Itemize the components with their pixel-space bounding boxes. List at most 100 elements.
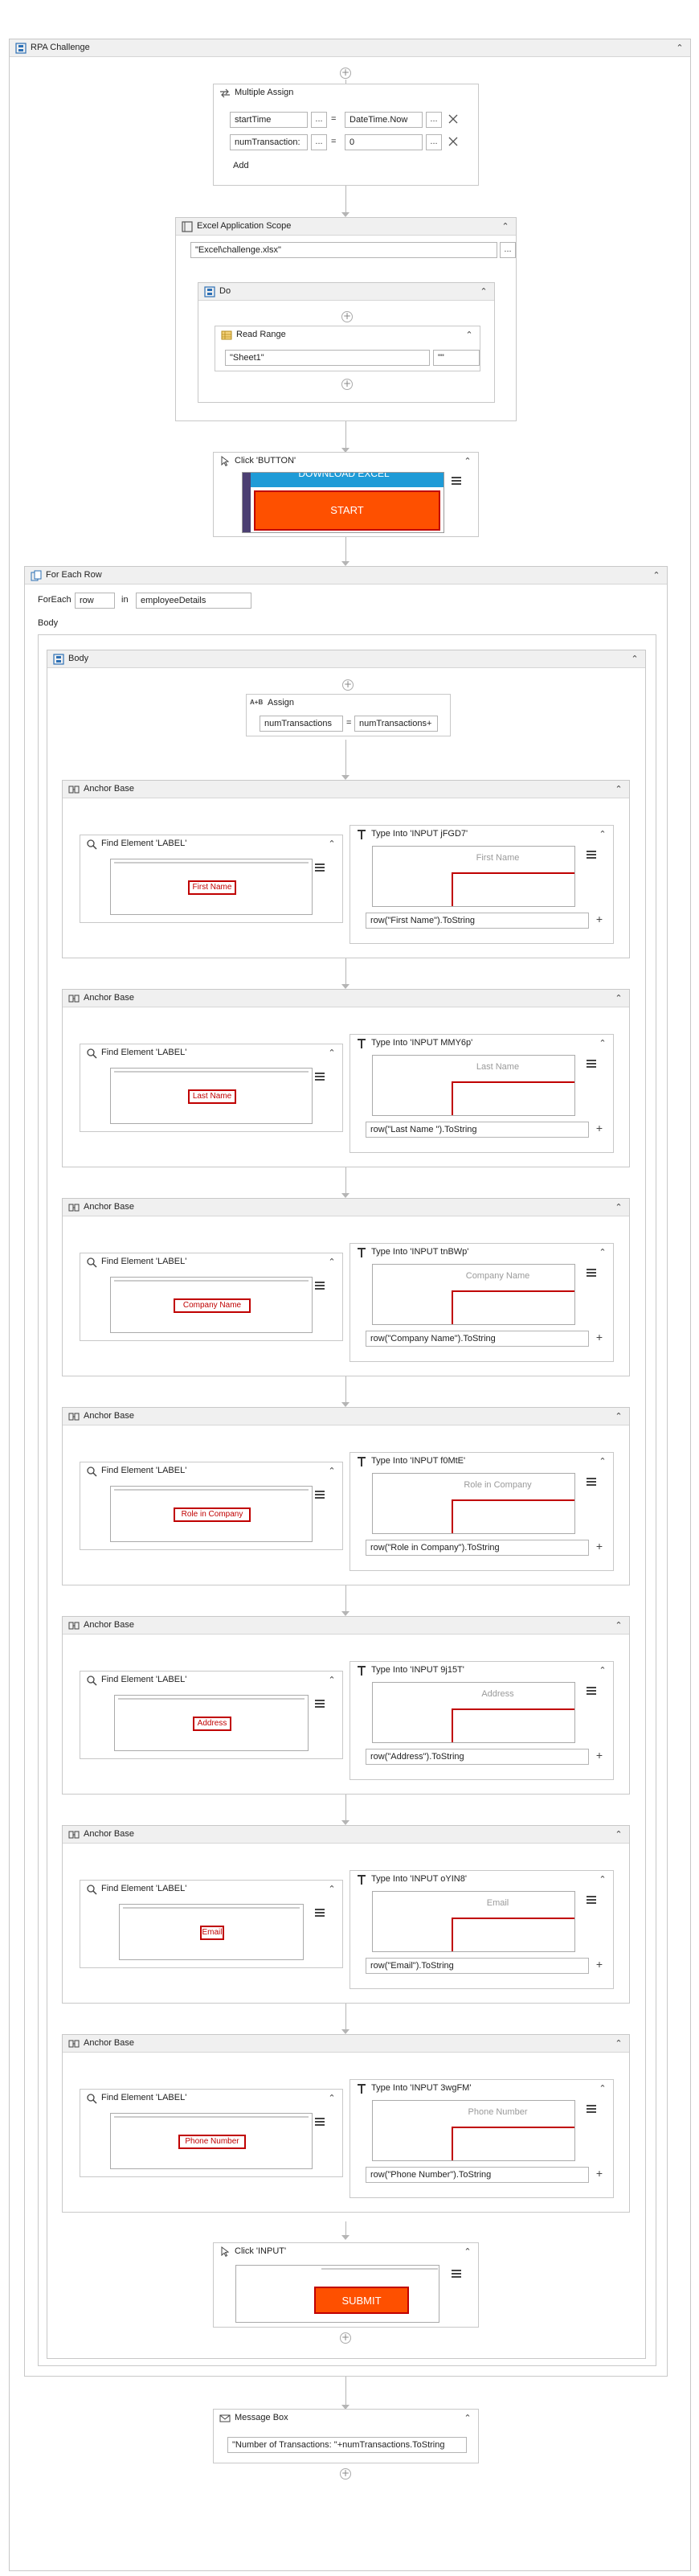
remove-row-close-icon-2[interactable] bbox=[445, 134, 461, 150]
type-text-expression-field[interactable]: row("First Name").ToString bbox=[366, 913, 589, 929]
type-text-expression-field[interactable]: row("Phone Number").ToString bbox=[366, 2167, 589, 2183]
activity-header[interactable]: Anchor Base ⌃ bbox=[63, 1199, 629, 1216]
collapse-icon[interactable]: ⌃ bbox=[500, 221, 511, 232]
click-input-header[interactable]: Click 'INPUT' ⌃ bbox=[214, 2243, 478, 2261]
collapse-icon[interactable]: ⌃ bbox=[629, 654, 640, 665]
anchor-base-activity[interactable]: Anchor Base ⌃ Find Element 'LABEL' ⌃ Last Na… bbox=[62, 989, 630, 1167]
sheet-name-field[interactable]: "Sheet1" bbox=[225, 350, 430, 366]
anchor-base-activity[interactable]: Anchor Base ⌃ Find Element 'LABEL' ⌃ First N… bbox=[62, 780, 630, 958]
assign-value-field-1[interactable]: DateTime.Now bbox=[345, 112, 423, 128]
assign-target-dots-button-1[interactable]: ... bbox=[311, 112, 327, 128]
collapse-icon[interactable]: ⌃ bbox=[326, 1884, 337, 1895]
activity-header[interactable]: Find Element 'LABEL' ⌃ bbox=[80, 1462, 342, 1480]
assign-target-field-1[interactable]: startTime bbox=[230, 112, 308, 128]
assign-value-dots-button-1[interactable]: ... bbox=[426, 112, 442, 128]
collapse-icon[interactable]: ⌃ bbox=[613, 784, 624, 795]
type-into-activity[interactable]: Type Into 'INPUT oYIN8' ⌃ Email row("Email"… bbox=[350, 1870, 614, 1989]
remove-row-close-icon-1[interactable] bbox=[445, 112, 461, 128]
type-text-expression-field[interactable]: row("Address").ToString bbox=[366, 1749, 589, 1765]
hamburger-menu-icon[interactable] bbox=[587, 2105, 596, 2114]
add-row-link[interactable]: Add bbox=[233, 161, 249, 170]
foreach-collection-field[interactable]: employeeDetails bbox=[136, 593, 251, 609]
collapse-icon[interactable]: ⌃ bbox=[613, 2038, 624, 2049]
assign-value-field[interactable]: numTransactions+ bbox=[354, 716, 438, 732]
hamburger-menu-icon[interactable] bbox=[587, 1269, 596, 1278]
add-plus-icon[interactable]: + bbox=[591, 1122, 607, 1138]
excel-scope-header[interactable]: Excel Application Scope ⌃ bbox=[176, 218, 516, 236]
find-element-activity[interactable]: Find Element 'LABEL' ⌃ Company Name bbox=[80, 1253, 343, 1341]
assign-target-field-2[interactable]: numTransaction: bbox=[230, 134, 308, 150]
assign-target-dots-button-2[interactable]: ... bbox=[311, 134, 327, 150]
assign-target-field[interactable]: numTransactions bbox=[260, 716, 343, 732]
add-activity-plus-icon[interactable]: + bbox=[340, 2468, 351, 2480]
type-into-activity[interactable]: Type Into 'INPUT 9j15T' ⌃ Address row("Addr… bbox=[350, 1661, 614, 1780]
activity-header[interactable]: Find Element 'LABEL' ⌃ bbox=[80, 835, 342, 853]
type-into-activity[interactable]: Type Into 'INPUT jFGD7' ⌃ First Name row("F… bbox=[350, 825, 614, 944]
assign-header[interactable]: A+B Assign bbox=[247, 695, 450, 712]
workbook-path-dots-button[interactable]: ... bbox=[500, 242, 516, 258]
find-element-activity[interactable]: Find Element 'LABEL' ⌃ Address bbox=[80, 1671, 343, 1759]
anchor-base-activity[interactable]: Anchor Base ⌃ Find Element 'LABEL' ⌃ Phone N… bbox=[62, 2034, 630, 2213]
multiple-assign-header[interactable]: Multiple Assign bbox=[214, 84, 478, 102]
anchor-base-activity[interactable]: Anchor Base ⌃ Find Element 'LABEL' ⌃ Address… bbox=[62, 1616, 630, 1795]
activity-header[interactable]: Type Into 'INPUT 3wgFM' ⌃ bbox=[350, 2080, 613, 2098]
for-each-header[interactable]: For Each Row ⌃ bbox=[25, 567, 667, 585]
activity-header[interactable]: Anchor Base ⌃ bbox=[63, 990, 629, 1007]
hamburger-menu-icon[interactable] bbox=[587, 851, 596, 859]
add-plus-icon[interactable]: + bbox=[591, 1331, 607, 1347]
collapse-icon[interactable]: ⌃ bbox=[326, 1257, 337, 1268]
message-box-activity[interactable]: Message Box ⌃ "Number of Transactions: "… bbox=[213, 2409, 479, 2463]
anchor-base-activity[interactable]: Anchor Base ⌃ Find Element 'LABEL' ⌃ Email Ty… bbox=[62, 1825, 630, 2004]
collapse-icon[interactable]: ⌃ bbox=[613, 1202, 624, 1213]
body-header[interactable]: Body ⌃ bbox=[47, 650, 645, 668]
type-text-expression-field[interactable]: row("Email").ToString bbox=[366, 1958, 589, 1974]
anchor-base-activity[interactable]: Anchor Base ⌃ Find Element 'LABEL' ⌃ Company… bbox=[62, 1198, 630, 1376]
foreach-item-field[interactable]: row bbox=[75, 593, 115, 609]
hamburger-menu-icon[interactable] bbox=[315, 2118, 325, 2127]
collapse-icon[interactable]: ⌃ bbox=[613, 1829, 624, 1840]
activity-header[interactable]: Find Element 'LABEL' ⌃ bbox=[80, 1044, 342, 1062]
add-activity-plus-icon[interactable]: + bbox=[340, 2332, 351, 2344]
collapse-icon[interactable]: ⌃ bbox=[597, 1038, 608, 1049]
collapse-icon[interactable]: ⌃ bbox=[674, 43, 685, 54]
collapse-icon[interactable]: ⌃ bbox=[326, 839, 337, 850]
hamburger-menu-icon[interactable] bbox=[452, 477, 461, 486]
hamburger-menu-icon[interactable] bbox=[315, 863, 325, 872]
type-into-activity[interactable]: Type Into 'INPUT 3wgFM' ⌃ Phone Number row(… bbox=[350, 2079, 614, 2198]
workbook-path-field[interactable]: "Excel\challenge.xlsx" bbox=[190, 242, 497, 258]
type-into-activity[interactable]: Type Into 'INPUT tnBWp' ⌃ Company Name row(… bbox=[350, 1243, 614, 1362]
activity-header[interactable]: Anchor Base ⌃ bbox=[63, 1826, 629, 1844]
collapse-icon[interactable]: ⌃ bbox=[326, 2093, 337, 2104]
collapse-icon[interactable]: ⌃ bbox=[478, 286, 489, 297]
collapse-icon[interactable]: ⌃ bbox=[651, 570, 662, 581]
activity-header[interactable]: Type Into 'INPUT f0MtE' ⌃ bbox=[350, 1453, 613, 1471]
activity-header[interactable]: Find Element 'LABEL' ⌃ bbox=[80, 2090, 342, 2107]
add-plus-icon[interactable]: + bbox=[591, 1540, 607, 1556]
add-plus-icon[interactable]: + bbox=[591, 1749, 607, 1765]
add-activity-plus-icon[interactable]: + bbox=[341, 311, 353, 322]
type-text-expression-field[interactable]: row("Company Name").ToString bbox=[366, 1331, 589, 1347]
activity-header[interactable]: Type Into 'INPUT MMY6p' ⌃ bbox=[350, 1035, 613, 1052]
collapse-icon[interactable]: ⌃ bbox=[462, 2413, 473, 2424]
add-plus-icon[interactable]: + bbox=[591, 913, 607, 929]
hamburger-menu-icon[interactable] bbox=[315, 1909, 325, 1918]
collapse-icon[interactable]: ⌃ bbox=[597, 1456, 608, 1467]
collapse-icon[interactable]: ⌃ bbox=[462, 2246, 473, 2258]
activity-header[interactable]: Type Into 'INPUT tnBWp' ⌃ bbox=[350, 1244, 613, 1261]
collapse-icon[interactable]: ⌃ bbox=[326, 1675, 337, 1686]
collapse-icon[interactable]: ⌃ bbox=[462, 456, 473, 467]
hamburger-menu-icon[interactable] bbox=[587, 1478, 596, 1487]
collapse-icon[interactable]: ⌃ bbox=[613, 1411, 624, 1422]
message-expression-field[interactable]: "Number of Transactions: "+numTransactio… bbox=[227, 2437, 467, 2453]
collapse-icon[interactable]: ⌃ bbox=[597, 1247, 608, 1258]
activity-header[interactable]: Find Element 'LABEL' ⌃ bbox=[80, 1253, 342, 1271]
read-range-activity[interactable]: Read Range ⌃ "Sheet1" "" bbox=[215, 326, 480, 371]
collapse-icon[interactable]: ⌃ bbox=[464, 330, 475, 341]
activity-header[interactable]: Type Into 'INPUT jFGD7' ⌃ bbox=[350, 826, 613, 843]
range-field[interactable]: "" bbox=[433, 350, 480, 366]
message-box-header[interactable]: Message Box ⌃ bbox=[214, 2410, 478, 2427]
find-element-activity[interactable]: Find Element 'LABEL' ⌃ Last Name bbox=[80, 1044, 343, 1132]
hamburger-menu-icon[interactable] bbox=[587, 1687, 596, 1696]
collapse-icon[interactable]: ⌃ bbox=[597, 2083, 608, 2094]
collapse-icon[interactable]: ⌃ bbox=[326, 1466, 337, 1477]
